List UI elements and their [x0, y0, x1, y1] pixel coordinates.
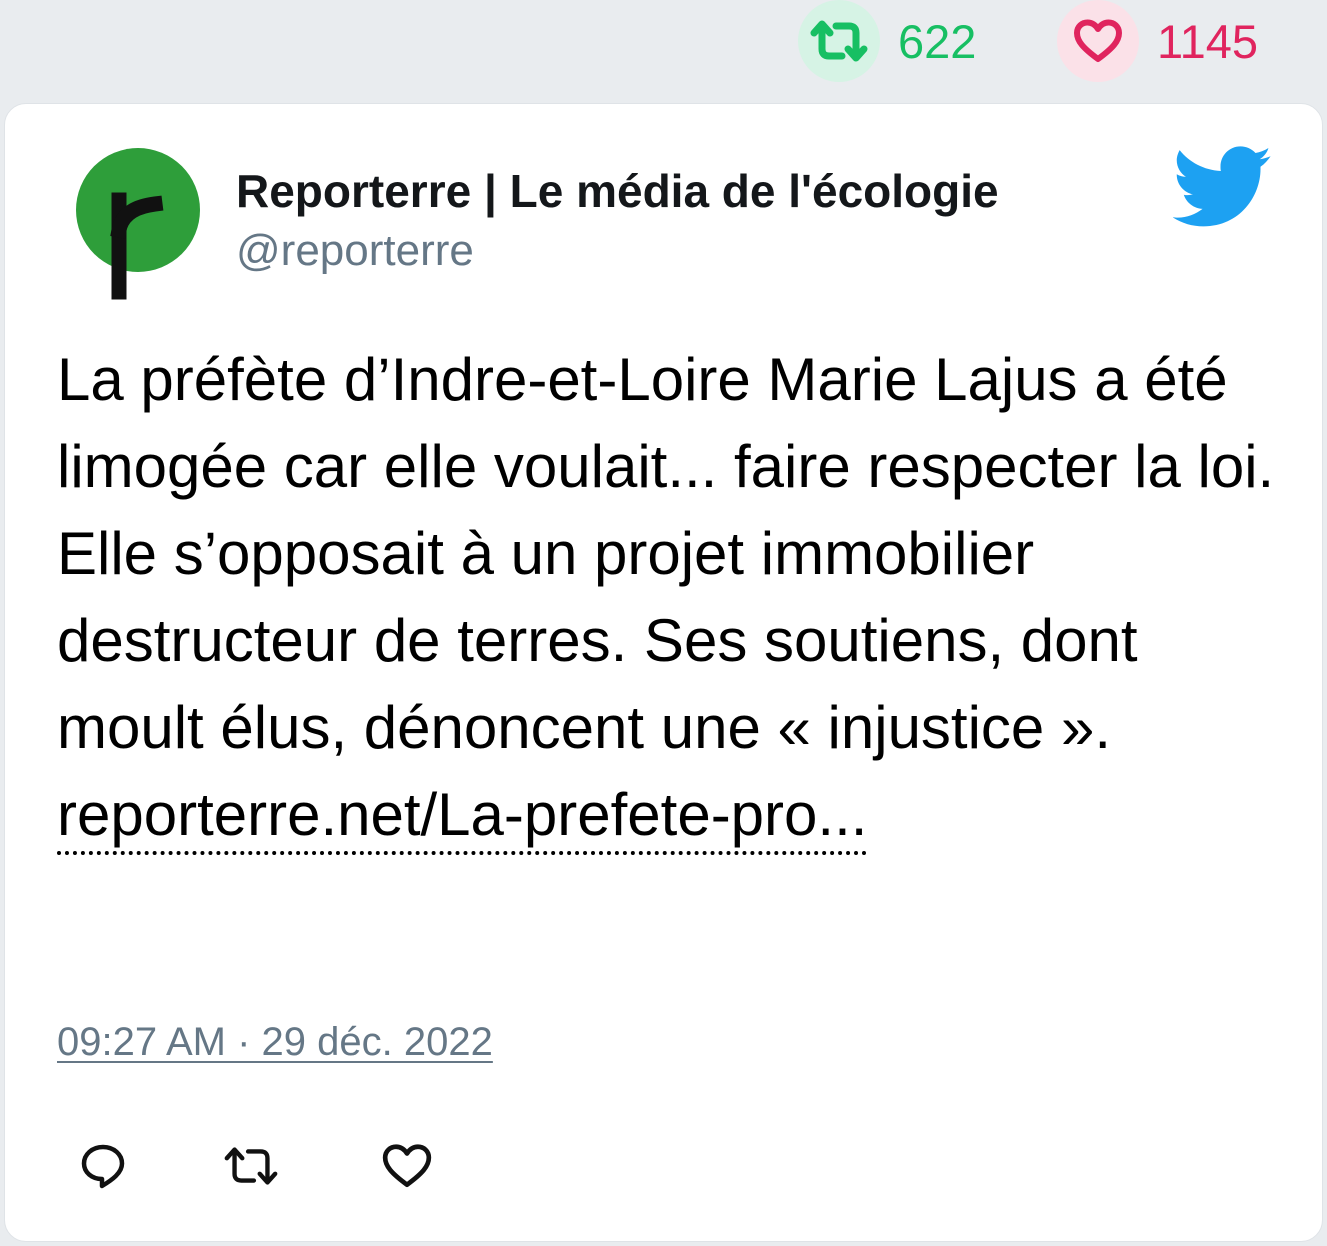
tweet-text: La préfète d’Indre-et-Loire Marie Lajus …	[57, 346, 1275, 761]
twitter-bird-icon[interactable]	[1172, 146, 1273, 228]
retweet-button[interactable]	[221, 1138, 281, 1194]
avatar[interactable]	[65, 142, 211, 302]
retweet-stat[interactable]: 622	[798, 0, 976, 82]
retweet-stat-icon-circle	[798, 0, 880, 82]
retweet-icon	[224, 1147, 278, 1185]
tweet-card: Reporterre | Le média de l'écologie @rep…	[4, 103, 1323, 1242]
tweet-body: La préfète d’Indre-et-Loire Marie Lajus …	[57, 336, 1287, 858]
like-stat-icon-circle	[1057, 0, 1139, 82]
tweet-link[interactable]: reporterre.net/La-prefete-pro...	[57, 779, 868, 855]
retweet-count: 622	[898, 14, 977, 68]
heart-icon	[1074, 19, 1122, 62]
reply-icon	[81, 1144, 125, 1189]
like-count: 1145	[1157, 14, 1259, 68]
heart-icon	[382, 1144, 432, 1188]
like-stat[interactable]: 1145	[1057, 0, 1258, 82]
author-name[interactable]: Reporterre | Le média de l'écologie	[236, 164, 999, 218]
like-button[interactable]	[377, 1138, 437, 1194]
reporterre-logo-icon	[76, 148, 200, 300]
twitter-bird-svg	[1172, 146, 1272, 227]
author-handle[interactable]: @reporterre	[236, 226, 474, 276]
retweet-icon	[810, 20, 868, 62]
engagement-stats-bar: 622 1145	[0, 0, 1327, 100]
tweet-timestamp[interactable]: 09:27 AM · 29 déc. 2022	[57, 1020, 493, 1065]
reply-button[interactable]	[73, 1138, 133, 1194]
